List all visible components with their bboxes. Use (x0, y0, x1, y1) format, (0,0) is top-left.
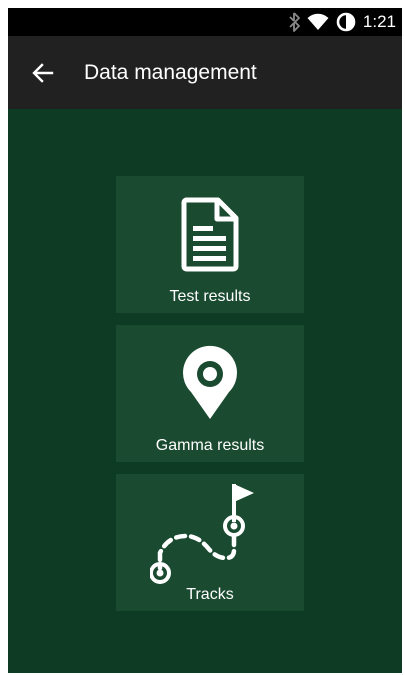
track-route-icon (116, 478, 304, 584)
bluetooth-icon (288, 12, 300, 32)
tile-label: Tracks (186, 586, 234, 603)
test-results-tile[interactable]: Test results (116, 176, 304, 313)
status-icons: 1:21 (288, 11, 396, 33)
arrow-left-icon (32, 63, 54, 83)
tile-label: Gamma results (155, 437, 265, 454)
document-icon (116, 196, 304, 272)
status-time: 1:21 (362, 12, 396, 31)
tile-label: Test results (169, 288, 251, 305)
gamma-results-tile[interactable]: Gamma results (116, 325, 304, 462)
status-bar: 1:21 (8, 8, 402, 36)
map-pin-icon (116, 345, 304, 421)
wifi-icon (307, 13, 329, 31)
battery-icon (336, 12, 356, 32)
app-bar: Data management (8, 36, 402, 109)
tracks-tile[interactable]: Tracks (116, 474, 304, 611)
back-button[interactable] (28, 58, 58, 88)
page-title: Data management (84, 61, 257, 84)
device-screen: 1:21 Data management Test results Gamma … (8, 8, 402, 673)
